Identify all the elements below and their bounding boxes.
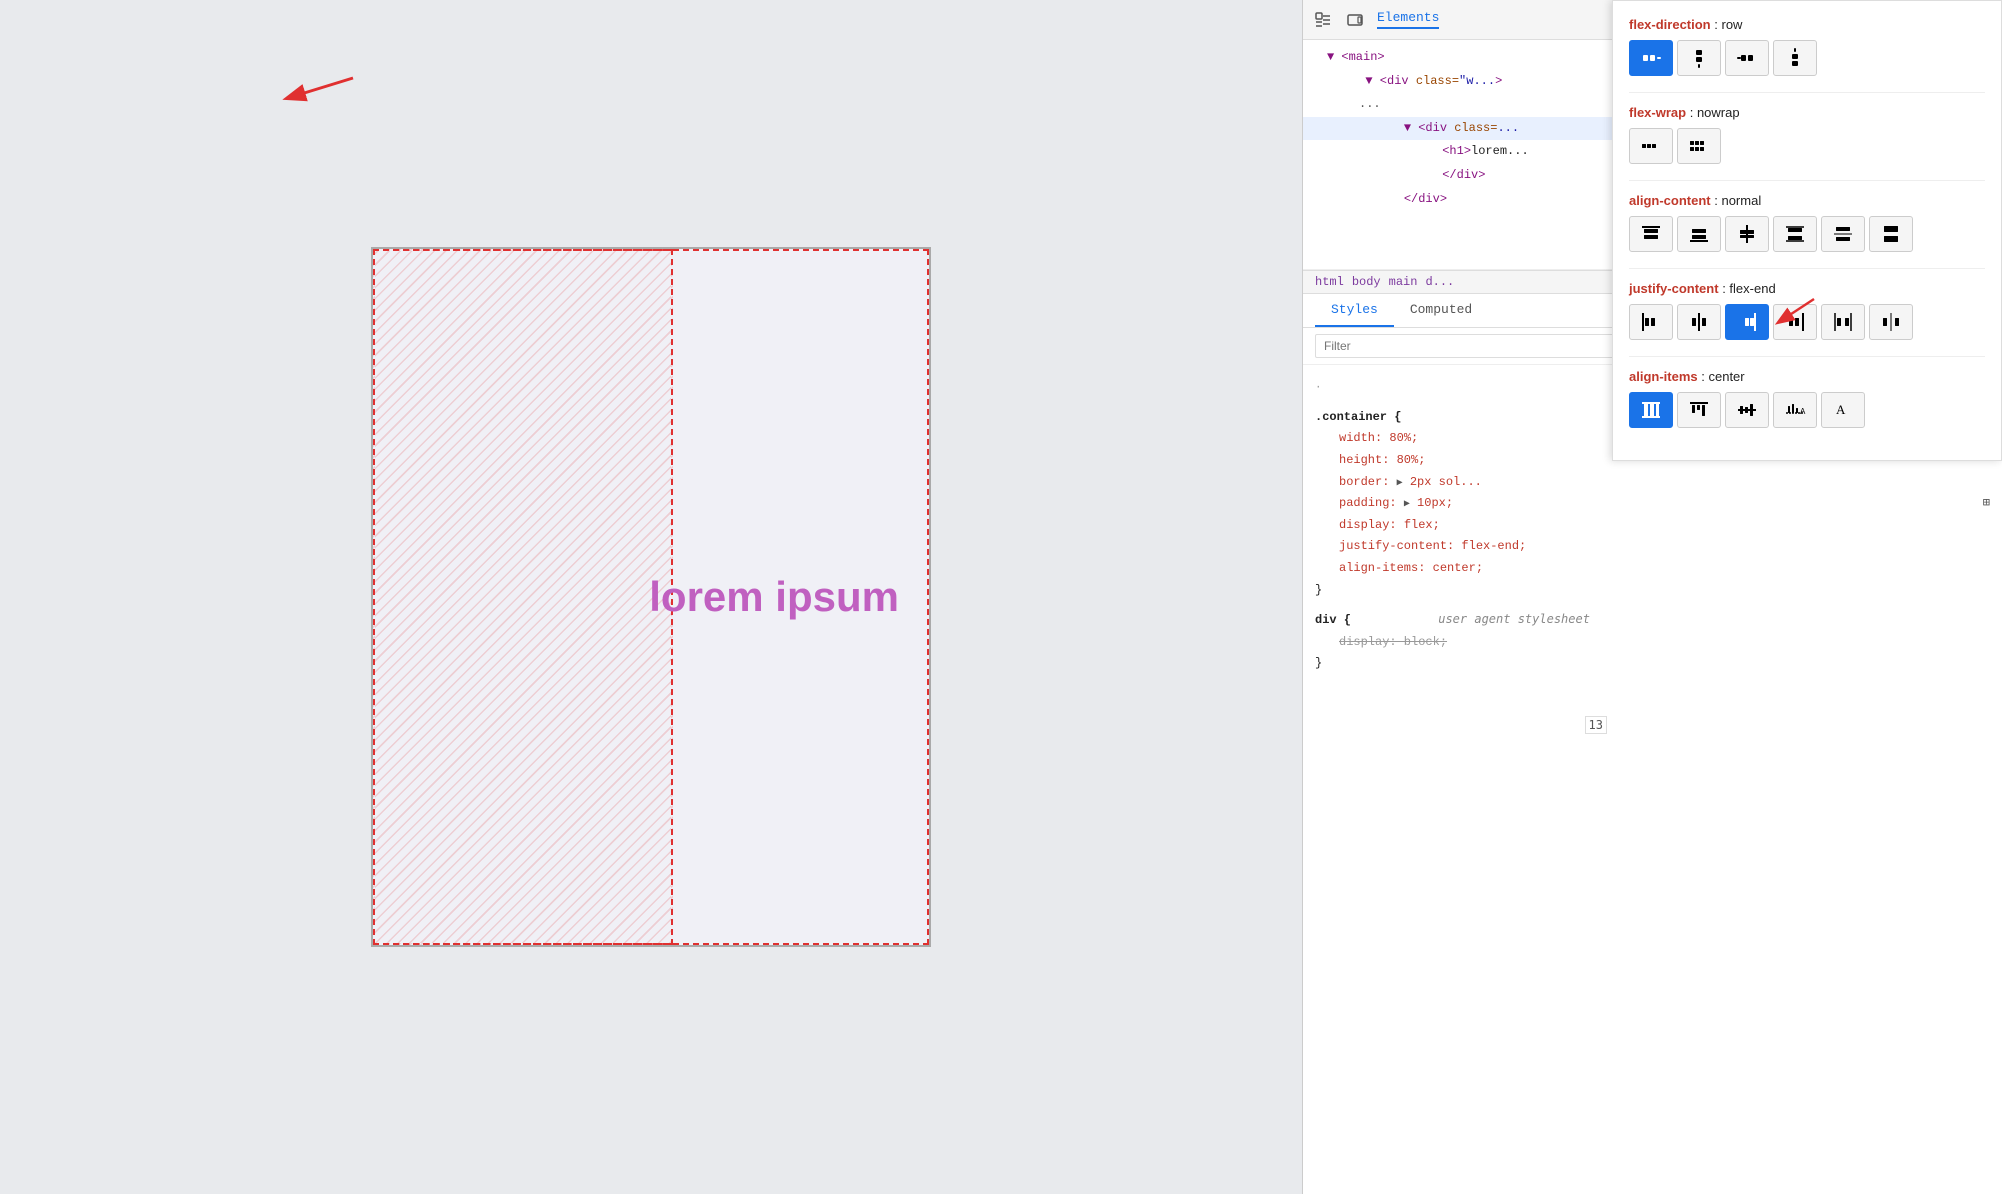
css-rule-close-container: } [1315,580,1990,602]
flex-direction-value: : row [1714,17,1742,32]
flex-wrap-buttons [1629,128,1985,164]
align-items-value: : center [1701,369,1744,384]
breadcrumb-main[interactable]: main [1389,275,1418,289]
flex-direction-section: flex-direction : row [1629,17,1985,76]
flex-direction-row-rev-btn[interactable] [1725,40,1769,76]
align-items-center-btn[interactable] [1725,392,1769,428]
justify-content-section: justify-content : flex-end [1629,281,1985,340]
align-items-start-btn[interactable] [1677,392,1721,428]
align-items-buttons: A A [1629,392,1985,428]
flex-wrap-wrap-btn[interactable] [1677,128,1721,164]
lorem-text: lorem ipsum [649,573,899,621]
flex-wrap-section: flex-wrap : nowrap [1629,105,1985,164]
breadcrumb-div[interactable]: d... [1425,275,1454,289]
css-selector-div: div { user agent stylesheet [1315,609,1990,632]
css-prop-border[interactable]: border: ▶ 2px sol... [1315,472,1990,494]
svg-text:A: A [1800,407,1806,416]
justify-content-space-between-btn[interactable] [1821,304,1865,340]
align-content-center-btn[interactable] [1725,216,1769,252]
justify-content-center-btn[interactable] [1677,304,1721,340]
hatch-overlay [373,249,673,945]
inspect-icon[interactable] [1313,10,1333,30]
justify-content-value: : flex-end [1722,281,1775,296]
align-items-baseline-btn[interactable]: A [1773,392,1817,428]
align-content-stretch-btn[interactable] [1869,216,1913,252]
flex-direction-label: flex-direction [1629,17,1711,32]
align-items-text-btn[interactable]: A [1821,392,1865,428]
elements-tab[interactable]: Elements [1377,10,1439,29]
flex-wrap-nowrap-btn[interactable] [1629,128,1673,164]
flex-direction-col-rev-btn[interactable] [1773,40,1817,76]
align-content-buttons [1629,216,1985,252]
device-toggle-icon[interactable] [1345,10,1365,30]
css-rule-close-div: } [1315,653,1990,675]
tab-styles[interactable]: Styles [1315,294,1394,327]
justify-content-start-btn[interactable] [1629,304,1673,340]
flex-icon[interactable]: ⊞ [1983,493,1990,515]
css-prop-padding[interactable]: padding: ▶ 10px; ⊞ [1315,493,1990,515]
css-prop-align-items[interactable]: align-items: center; [1315,558,1990,580]
breadcrumb-body[interactable]: body [1352,275,1381,289]
flex-wrap-label: flex-wrap [1629,105,1686,120]
preview-pane: lorem ipsum [0,0,1302,1194]
line-number: 13 [1585,716,1607,734]
justify-content-label: justify-content [1629,281,1719,296]
align-items-stretch-btn[interactable] [1629,392,1673,428]
align-content-start-btn[interactable] [1629,216,1673,252]
align-content-value: : normal [1714,193,1761,208]
flex-direction-row-btn[interactable] [1629,40,1673,76]
divider-3 [1629,268,1985,269]
divider-2 [1629,180,1985,181]
svg-text:A: A [1836,402,1846,417]
css-rules-area: · .container { width: 80%; height: 80%; … [1303,365,2002,1194]
align-content-space-around-btn[interactable] [1821,216,1865,252]
top-arrow-indicator [258,68,358,118]
divider-4 [1629,356,1985,357]
justify-content-space-around-btn[interactable] [1869,304,1913,340]
flex-direction-buttons [1629,40,1985,76]
tab-computed[interactable]: Computed [1394,294,1488,327]
flex-direction-col-btn[interactable] [1677,40,1721,76]
css-prop-display[interactable]: display: flex; [1315,515,1990,537]
css-prop-justify-content[interactable]: justify-content: flex-end; [1315,536,1990,558]
justify-content-flex-end2-btn[interactable] [1773,304,1817,340]
breadcrumb-html[interactable]: html [1315,275,1344,289]
flex-inspector-panel: flex-direction : row flex-wrap : nowrap [1612,0,2002,461]
align-content-end-btn[interactable] [1677,216,1721,252]
align-content-space-between-btn[interactable] [1773,216,1817,252]
css-div-rule: div { user agent stylesheet display: blo… [1303,605,2002,679]
justify-content-buttons [1629,304,1985,340]
divider-1 [1629,92,1985,93]
align-items-section: align-items : center [1629,369,1985,428]
preview-container: lorem ipsum [371,247,931,947]
flex-wrap-value: : nowrap [1690,105,1740,120]
justify-content-flex-end-btn[interactable] [1725,304,1769,340]
align-content-section: align-content : normal [1629,193,1985,252]
css-prop-display-block: display: block; [1315,632,1990,654]
align-content-label: align-content [1629,193,1711,208]
align-items-label: align-items [1629,369,1698,384]
